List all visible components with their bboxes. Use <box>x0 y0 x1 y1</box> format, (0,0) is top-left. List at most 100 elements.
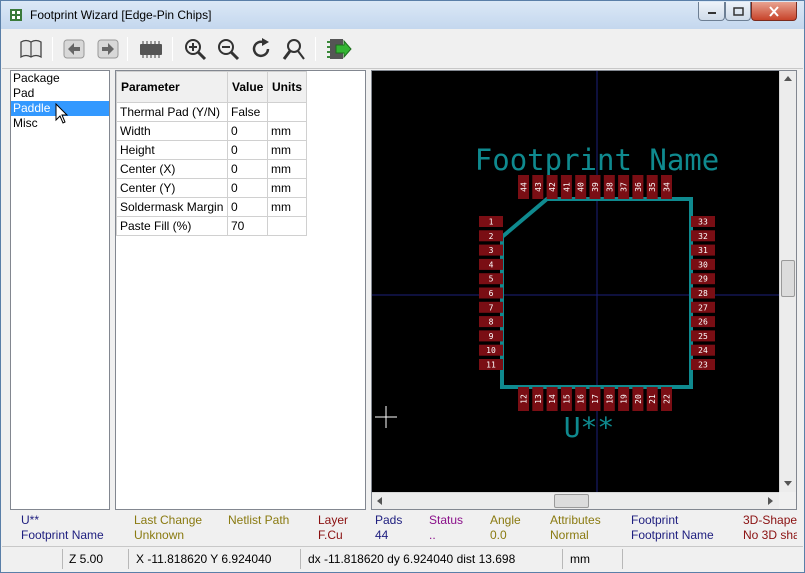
pad-number: 23 <box>698 361 708 370</box>
horizontal-scroll-thumb[interactable] <box>554 494 589 508</box>
pad-number: 22 <box>663 394 672 404</box>
zoom-in-button[interactable] <box>182 36 208 62</box>
status-separator <box>562 549 563 569</box>
parameter-value[interactable]: False <box>227 102 268 122</box>
pad-number: 16 <box>577 394 586 404</box>
footprint-value-text: Footprint Name <box>475 143 719 177</box>
parameter-value[interactable]: 0 <box>227 140 268 160</box>
msg-value: Footprint Name <box>631 528 714 542</box>
parameter-name: Center (X) <box>116 159 228 179</box>
vertical-scroll-thumb[interactable] <box>781 260 795 297</box>
parameter-name: Width <box>116 121 228 141</box>
table-row: Soldermask Margin 0 mm <box>116 197 307 217</box>
status-separator <box>622 549 623 569</box>
msg-label: Footprint <box>631 513 679 527</box>
refresh-icon <box>252 38 270 58</box>
show-footprint-button[interactable] <box>138 36 164 62</box>
pad-number: 42 <box>548 182 557 192</box>
pad-number: 21 <box>648 394 657 404</box>
close-icon <box>769 5 779 17</box>
parameter-value[interactable]: 0 <box>227 121 268 141</box>
parameter-name: Center (Y) <box>116 178 228 198</box>
window-title: Footprint Wizard [Edge-Pin Chips] <box>30 8 212 22</box>
pad-number: 41 <box>562 182 571 192</box>
table-row: Thermal Pad (Y/N) False <box>116 102 307 122</box>
pad-number: 1 <box>489 218 494 227</box>
msg-item-attributes: Attributes Normal <box>550 513 601 543</box>
export-footprint-button[interactable] <box>326 36 352 62</box>
scroll-left-icon <box>377 497 382 505</box>
msg-label: U** <box>21 513 40 527</box>
zoom-auto-button[interactable] <box>281 36 307 62</box>
scroll-right-icon <box>768 497 773 505</box>
pad-number: 33 <box>698 218 708 227</box>
pad-number: 14 <box>548 394 557 404</box>
pad-number: 6 <box>489 289 494 298</box>
table-row: Center (X) 0 mm <box>116 159 307 179</box>
msg-label: Last Change <box>134 513 203 527</box>
zoom-fit-icon <box>282 39 305 60</box>
status-separator <box>128 549 129 569</box>
msg-value: F.Cu <box>318 528 343 542</box>
pad-number: 35 <box>648 182 657 192</box>
pad-number: 34 <box>663 182 672 192</box>
minimize-button[interactable] <box>698 2 725 21</box>
parameter-units: mm <box>267 197 307 217</box>
parameter-value[interactable]: 0 <box>227 197 268 217</box>
parameter-value[interactable]: 0 <box>227 178 268 198</box>
msg-value: Footprint Name <box>21 528 104 542</box>
msg-label: Layer <box>318 513 349 527</box>
maximize-icon <box>732 6 744 16</box>
msg-value: .. <box>429 528 436 542</box>
zoom-out-button[interactable] <box>215 36 241 62</box>
select-wizard-button[interactable] <box>18 36 44 62</box>
horizontal-scrollbar[interactable] <box>372 492 779 509</box>
footprint-preview-canvas[interactable]: Footprint Name 1 2 3 4 5 6 7 8 9 10 11 33 32 31 30 29 28… <box>371 70 797 510</box>
vertical-scrollbar[interactable] <box>779 71 796 493</box>
parameter-units: mm <box>267 178 307 198</box>
footprint-preview: Footprint Name 1234567891011333231302928… <box>372 71 779 492</box>
status-units: mm <box>570 552 590 566</box>
pad-number: 18 <box>605 394 614 404</box>
wizard-pages-list[interactable]: Package Pad Paddle Misc <box>10 70 110 510</box>
status-cursor-position: X -11.818620 Y 6.924040 <box>136 552 272 566</box>
msg-label: Attributes <box>550 513 601 527</box>
redraw-button[interactable] <box>248 36 274 62</box>
maximize-button[interactable] <box>725 2 751 21</box>
msg-item-last-change: Last Change Unknown <box>134 513 202 543</box>
parameter-units: mm <box>267 159 307 179</box>
scrollbar-corner <box>779 492 796 509</box>
pad-number: 8 <box>489 318 494 327</box>
pad-number: 25 <box>698 332 708 341</box>
title-bar[interactable]: Footprint Wizard [Edge-Pin Chips] <box>1 1 804 29</box>
page-item-pad[interactable]: Pad <box>11 86 109 101</box>
previous-page-button[interactable] <box>61 36 87 62</box>
message-panel: U** Footprint Name Last Change Unknown N… <box>10 511 797 545</box>
page-item-package[interactable]: Package <box>11 71 109 86</box>
parameter-value[interactable]: 70 <box>227 216 268 236</box>
pad-number: 38 <box>605 182 614 192</box>
pad-number: 4 <box>489 260 494 269</box>
msg-value: Unknown <box>134 528 185 542</box>
column-header-value[interactable]: Value <box>227 71 268 103</box>
close-button[interactable] <box>751 2 797 21</box>
msg-item-netlist-path: Netlist Path <box>228 513 289 528</box>
pad-number: 32 <box>698 232 708 241</box>
table-row: Center (Y) 0 mm <box>116 178 307 198</box>
status-separator <box>300 549 301 569</box>
msg-label: Pads <box>375 513 403 527</box>
column-header-units[interactable]: Units <box>267 71 307 103</box>
pad-number: 29 <box>698 275 708 284</box>
parameter-value[interactable]: 0 <box>227 159 268 179</box>
pad-number: 43 <box>534 182 543 192</box>
status-bar: Z 5.00 X -11.818620 Y 6.924040 dx -11.81… <box>2 546 803 572</box>
msg-label: Angle <box>490 513 521 527</box>
column-header-parameter[interactable]: Parameter <box>116 71 228 103</box>
scroll-up-icon <box>784 76 792 81</box>
pad-number: 20 <box>634 394 643 404</box>
arrow-right-icon <box>97 39 119 59</box>
msg-item-angle: Angle 0.0 <box>490 513 521 543</box>
next-page-button[interactable] <box>95 36 121 62</box>
parameter-table: Parameter Value Units Thermal Pad (Y/N) … <box>116 71 307 236</box>
arrow-left-icon <box>63 39 85 59</box>
